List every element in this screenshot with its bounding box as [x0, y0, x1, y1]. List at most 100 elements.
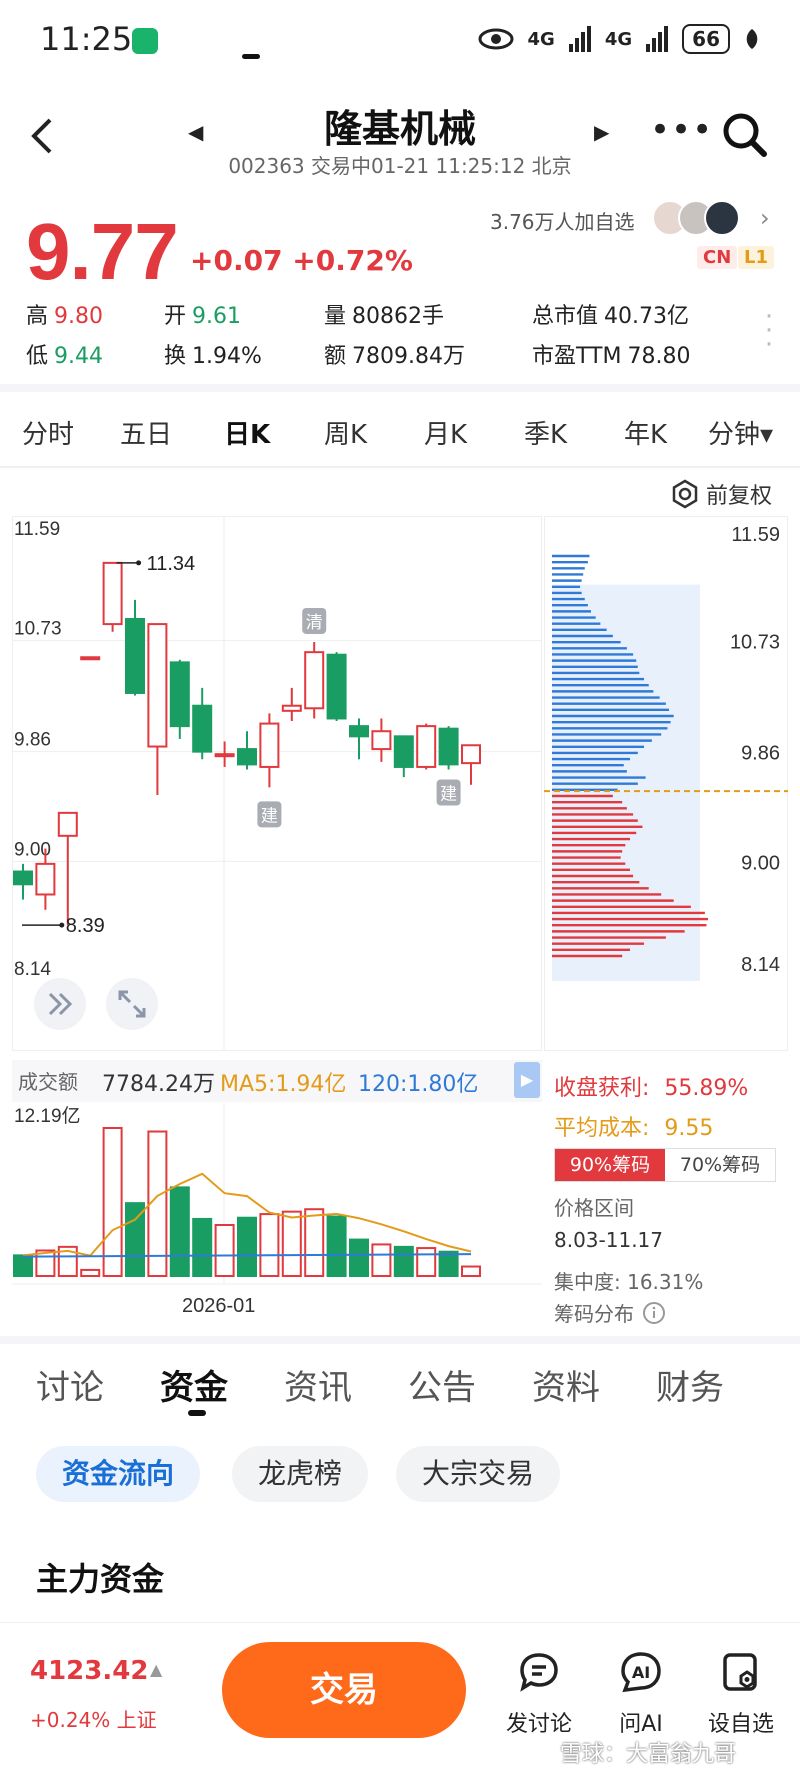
candle	[13, 870, 33, 886]
concentration-value: 16.31%	[627, 1270, 704, 1294]
add-watchlist-button[interactable]: 设自选	[696, 1650, 786, 1738]
stat-turnover: 换 1.94%	[164, 338, 262, 370]
tab-fenshi[interactable]: 分时	[22, 414, 74, 451]
tab-news[interactable]: 资讯	[284, 1360, 352, 1409]
y-tick-label: 10.73	[14, 619, 62, 640]
stat-label: 量	[324, 304, 347, 329]
search-button[interactable]	[720, 110, 770, 160]
tab-quarterly-k[interactable]: 季K	[524, 414, 567, 451]
tab-chip-70[interactable]: 70%筹码	[665, 1149, 775, 1181]
active-tab-indicator	[242, 54, 260, 59]
tab-financials[interactable]: 财务	[656, 1360, 724, 1409]
volume-bar	[416, 1247, 437, 1277]
follower-avatars[interactable]	[652, 200, 748, 238]
volume-chart[interactable]: 12.19亿 2026-01	[12, 1104, 542, 1324]
stat-label: 市盈TTM	[532, 344, 622, 369]
more-stats-icon[interactable]: · · ·	[762, 304, 776, 358]
price-change: +0.07 +0.72%	[190, 244, 413, 277]
adjust-mode-button[interactable]: 前复权	[670, 478, 772, 510]
info-icon[interactable]	[642, 1301, 666, 1325]
volume-bar	[349, 1238, 369, 1278]
followers-count[interactable]: 3.76万人加自选	[490, 206, 635, 235]
status-time: 11:25	[40, 20, 133, 58]
tab-chip-90[interactable]: 90%筹码	[555, 1149, 665, 1181]
candle	[102, 561, 123, 626]
stat-value: 1.94%	[192, 344, 262, 369]
candle	[35, 862, 56, 896]
trade-button[interactable]: 交易	[222, 1642, 466, 1738]
current-price: 9.77	[26, 207, 179, 296]
min-label: 8.39	[66, 915, 105, 937]
search-icon	[723, 113, 767, 157]
cn-badge: CN	[697, 246, 738, 269]
eye-icon	[478, 28, 514, 50]
volume-bar	[281, 1210, 302, 1277]
volume-ma5: MA5:1.94亿	[220, 1072, 347, 1097]
ask-ai-button[interactable]: AI 问AI	[596, 1650, 686, 1738]
more-button[interactable]: •••	[650, 110, 713, 150]
volume-bar	[13, 1254, 33, 1278]
section-title: 主力资金	[36, 1560, 165, 1598]
candle	[192, 704, 213, 753]
tab-daily-k[interactable]: 日K	[224, 414, 270, 451]
tab-announcements[interactable]: 公告	[408, 1360, 476, 1409]
volume-bar	[393, 1245, 414, 1277]
collapse-button[interactable]	[34, 978, 86, 1030]
volume-bar	[461, 1265, 481, 1277]
candle	[147, 623, 168, 748]
avg-cost-label: 平均成本:	[554, 1116, 650, 1141]
volume-bar	[259, 1213, 280, 1277]
concentration: 集中度: 16.31%	[554, 1266, 703, 1295]
prev-stock-icon[interactable]: ◀	[188, 120, 203, 144]
tab-five-day[interactable]: 五日	[120, 414, 172, 451]
tab-yearly-k[interactable]: 年K	[624, 414, 667, 451]
stat-label: 换	[164, 344, 187, 369]
fullscreen-button[interactable]	[106, 978, 158, 1030]
button-bg	[106, 978, 158, 1030]
stock-header: 隆基机械 002363 交易中01-21 11:25:12 北京 ◀ ▶ •••	[0, 80, 800, 190]
candle	[169, 661, 190, 728]
nav-label: 设自选	[707, 1712, 774, 1737]
price-range-label: 价格区间	[554, 1196, 634, 1220]
candle	[438, 727, 459, 766]
pill-block-trade[interactable]: 大宗交易	[396, 1446, 561, 1502]
stat-amount: 额 7809.84万	[324, 338, 465, 370]
stat-value: 40.73亿	[604, 304, 689, 329]
status-icons: 4G 4G 66	[478, 24, 760, 54]
pill-dragon-tiger[interactable]: 龙虎榜	[232, 1446, 369, 1502]
index-value[interactable]: 4123.42	[30, 1656, 148, 1686]
candle	[80, 656, 101, 661]
tab-monthly-k[interactable]: 月K	[424, 414, 467, 451]
volume-max-label: 12.19亿	[14, 1105, 81, 1127]
stat-value: 9.61	[192, 304, 241, 329]
tab-profile[interactable]: 资料	[532, 1360, 600, 1409]
divider	[0, 466, 800, 468]
chip-tabs: 90%筹码 70%筹码	[554, 1148, 776, 1182]
post-discussion-button[interactable]: 发讨论	[494, 1650, 584, 1738]
chip-price-tick: 11.59	[731, 524, 780, 546]
candle	[461, 744, 481, 765]
candle	[416, 725, 437, 768]
chip-distribution-chart: 11.59 10.73 9.86 9.00 8.14	[544, 516, 788, 1051]
tab-minute[interactable]: 分钟▾	[708, 414, 773, 451]
pill-fund-flow[interactable]: 资金流向	[36, 1446, 201, 1502]
candlestick-chart[interactable]: 11.5910.739.869.008.1411.348.39清建建	[12, 516, 542, 1051]
signal-marker-label: 建	[440, 784, 457, 804]
next-stock-icon[interactable]: ▶	[594, 120, 609, 144]
tab-weekly-k[interactable]: 周K	[324, 414, 367, 451]
avg-cost: 平均成本: 9.55	[554, 1110, 713, 1142]
chip-distribution-label: 筹码分布	[554, 1302, 634, 1326]
candle	[371, 730, 392, 751]
network-4g-label-2: 4G	[604, 28, 633, 50]
close-profit: 收盘获利: 55.89%	[554, 1070, 748, 1102]
signal-icon	[568, 26, 591, 52]
stat-label: 开	[164, 304, 187, 329]
tab-funds[interactable]: 资金	[160, 1360, 228, 1409]
tab-discussion[interactable]: 讨论	[36, 1360, 104, 1409]
index-change[interactable]: +0.24% 上证	[30, 1704, 157, 1733]
volume-bar	[304, 1208, 325, 1277]
expand-legend-button[interactable]: ▶	[514, 1062, 540, 1098]
chevron-right-icon[interactable]: ›	[760, 204, 770, 232]
volume-bar	[214, 1224, 235, 1278]
stock-code-status: 002363 交易中01-21 11:25:12 北京	[228, 154, 572, 178]
